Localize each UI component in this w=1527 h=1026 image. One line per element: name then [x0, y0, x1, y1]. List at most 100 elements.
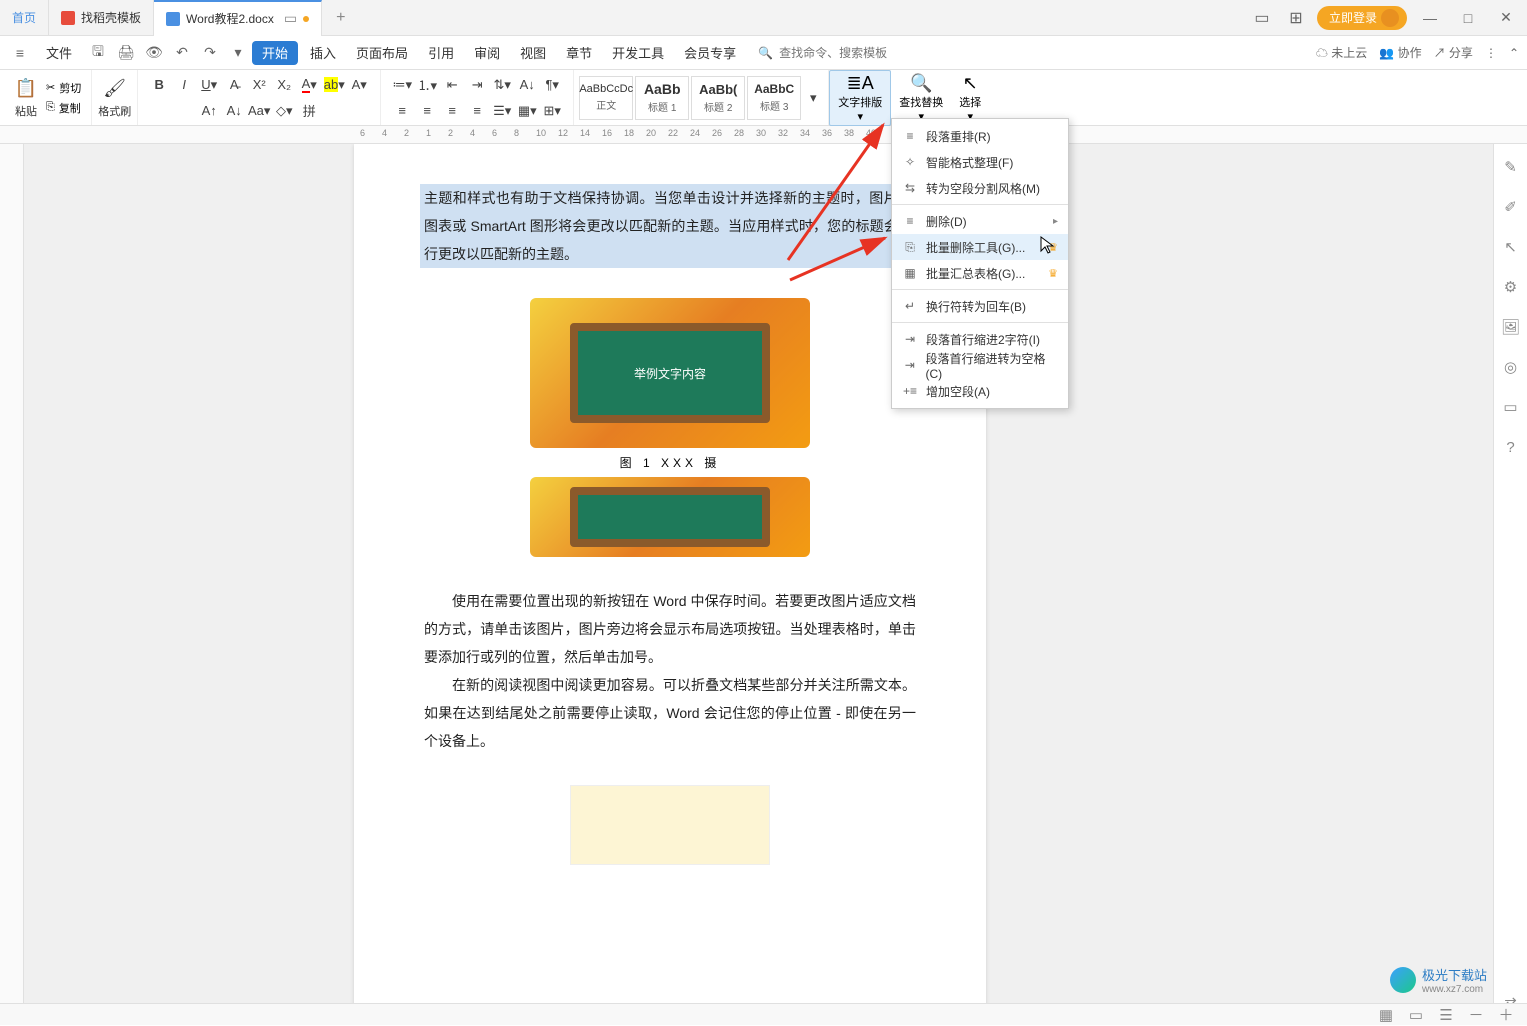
dd-rearrange[interactable]: ≡段落重排(R): [892, 123, 1068, 149]
maximize-button[interactable]: □: [1453, 4, 1483, 32]
show-marks-button[interactable]: ¶▾: [541, 74, 563, 96]
tab-home[interactable]: 首页: [0, 0, 49, 36]
dd-empty-split[interactable]: ⇆转为空段分割风格(M): [892, 175, 1068, 201]
menu-member[interactable]: 会员专享: [674, 36, 746, 70]
side-highlight-icon[interactable]: ✐: [1500, 196, 1522, 218]
tab-templates[interactable]: 找稻壳模板: [49, 0, 154, 36]
minimize-button[interactable]: —: [1415, 4, 1445, 32]
numbering-button[interactable]: ⒈▾: [416, 74, 438, 96]
vertical-ruler[interactable]: [0, 144, 24, 1005]
side-location-icon[interactable]: ◎: [1500, 356, 1522, 378]
zoom-in-icon[interactable]: ＋: [1495, 1004, 1517, 1026]
menu-review[interactable]: 审阅: [464, 36, 510, 70]
tab-add-button[interactable]: +: [322, 9, 359, 27]
style-heading2[interactable]: AaBb( 标题 2: [691, 76, 745, 120]
cloud-status[interactable]: ☁ 未上云: [1316, 44, 1367, 61]
style-heading1[interactable]: AaBb 标题 1: [635, 76, 689, 120]
print-icon[interactable]: 🖨: [114, 41, 138, 65]
horizontal-ruler[interactable]: 6421246810121416182022242628303234363840: [0, 126, 1527, 144]
more-icon[interactable]: ⋮: [1485, 46, 1497, 60]
highlight-button[interactable]: ab▾: [323, 74, 345, 96]
style-normal[interactable]: AaBbCcDc 正文: [579, 76, 633, 120]
borders-button[interactable]: ⊞▾: [541, 100, 563, 122]
view-outline-icon[interactable]: ☰: [1435, 1004, 1457, 1026]
format-painter-button[interactable]: 🖌 格式刷: [98, 77, 131, 119]
text-layout-button[interactable]: ≣A 文字排版▾: [829, 70, 891, 126]
close-button[interactable]: ✕: [1491, 4, 1521, 32]
shrink-font-button[interactable]: A↓: [223, 100, 245, 122]
character-shading-button[interactable]: A▾: [348, 74, 370, 96]
paste-button[interactable]: 📋 粘贴: [14, 77, 38, 119]
save-icon[interactable]: 🖫: [86, 41, 110, 65]
side-settings-icon[interactable]: ⚙: [1500, 276, 1522, 298]
align-justify-button[interactable]: ≡: [466, 100, 488, 122]
dd-batch-table[interactable]: ▦批量汇总表格(G)...♛: [892, 260, 1068, 286]
indent-button[interactable]: ⇥: [466, 74, 488, 96]
strikethrough-button[interactable]: A̵: [223, 74, 245, 96]
side-help-icon[interactable]: ?: [1500, 436, 1522, 458]
paragraph-3[interactable]: 在新的阅读视图中阅读更加容易。可以折叠文档某些部分并关注所需文本。如果在达到结尾…: [424, 671, 916, 755]
redo-icon[interactable]: ↷: [198, 41, 222, 65]
paragraph-2[interactable]: 使用在需要位置出现的新按钮在 Word 中保存时间。若要更改图片适应文档的方式，…: [424, 587, 916, 671]
document-canvas[interactable]: 主题和样式也有助于文档保持协调。当您单击设计并选择新的主题时，图片、图表或 Sm…: [24, 144, 1527, 1005]
shading-button[interactable]: ▦▾: [516, 100, 538, 122]
menu-insert[interactable]: 插入: [300, 36, 346, 70]
share-button[interactable]: ↗ 分享: [1434, 44, 1473, 61]
style-heading3[interactable]: AaBbC 标题 3: [747, 76, 801, 120]
side-image-icon[interactable]: 🖼: [1500, 316, 1522, 338]
find-replace-button[interactable]: 🔍 查找替换▾: [891, 71, 951, 125]
menu-section[interactable]: 章节: [556, 36, 602, 70]
menu-references[interactable]: 引用: [418, 36, 464, 70]
tab-active-doc[interactable]: Word教程2.docx ▭: [154, 0, 322, 36]
clear-format-button[interactable]: ◇▾: [273, 100, 295, 122]
side-cursor-icon[interactable]: ↖: [1500, 236, 1522, 258]
dd-indent-2char[interactable]: ⇥段落首行缩进2字符(I): [892, 326, 1068, 352]
select-button[interactable]: ↖ 选择▾: [951, 71, 989, 125]
italic-button[interactable]: I: [173, 74, 195, 96]
dd-linebreak-convert[interactable]: ↵换行符转为回车(B): [892, 293, 1068, 319]
grow-font-button[interactable]: A↑: [198, 100, 220, 122]
grid-icon[interactable]: ⊞: [1283, 5, 1309, 31]
line-spacing-button[interactable]: ⇅▾: [491, 74, 513, 96]
subscript-button[interactable]: X₂: [273, 74, 295, 96]
bullets-button[interactable]: ≔▾: [391, 74, 413, 96]
undo-icon[interactable]: ↶: [170, 41, 194, 65]
dropdown-icon[interactable]: ▾: [226, 41, 250, 65]
preview-icon[interactable]: 👁: [142, 41, 166, 65]
collapse-ribbon-icon[interactable]: ⌃: [1509, 46, 1519, 60]
copy-button[interactable]: ⎘复制: [42, 99, 85, 117]
change-case-button[interactable]: Aa▾: [248, 100, 270, 122]
superscript-button[interactable]: X²: [248, 74, 270, 96]
search-input[interactable]: [779, 46, 899, 60]
tab-menu-icon[interactable]: ▭: [284, 10, 297, 27]
font-color-button[interactable]: A▾: [298, 74, 320, 96]
figure-1[interactable]: 举例文字内容 图 1 XXX 摄: [424, 298, 916, 557]
login-button[interactable]: 立即登录: [1317, 6, 1407, 30]
zoom-out-icon[interactable]: －: [1465, 1004, 1487, 1026]
align-left-button[interactable]: ≡: [391, 100, 413, 122]
sort-button[interactable]: A↓: [516, 74, 538, 96]
phonetic-button[interactable]: 拼: [298, 100, 320, 122]
menu-devtools[interactable]: 开发工具: [602, 36, 674, 70]
command-search[interactable]: 🔍: [758, 46, 899, 60]
collab-button[interactable]: 👥 协作: [1379, 44, 1421, 61]
dd-smart-format[interactable]: ✧智能格式整理(F): [892, 149, 1068, 175]
align-right-button[interactable]: ≡: [441, 100, 463, 122]
layout-icon[interactable]: ▭: [1249, 5, 1275, 31]
distribute-button[interactable]: ☰▾: [491, 100, 513, 122]
outdent-button[interactable]: ⇤: [441, 74, 463, 96]
bold-button[interactable]: B: [148, 74, 170, 96]
side-page-icon[interactable]: ▭: [1500, 396, 1522, 418]
align-center-button[interactable]: ≡: [416, 100, 438, 122]
view-print-icon[interactable]: ▦: [1375, 1004, 1397, 1026]
menu-start[interactable]: 开始: [252, 41, 298, 65]
cut-button[interactable]: ✂剪切: [42, 79, 85, 97]
underline-button[interactable]: U▾: [198, 74, 220, 96]
dd-indent-to-space[interactable]: ⇥段落首行缩进转为空格(C): [892, 352, 1068, 378]
dd-add-empty[interactable]: +≡增加空段(A): [892, 378, 1068, 404]
menu-view[interactable]: 视图: [510, 36, 556, 70]
diagram-image[interactable]: [570, 785, 770, 865]
menu-layout[interactable]: 页面布局: [346, 36, 418, 70]
menu-hamburger-icon[interactable]: ≡: [8, 41, 32, 65]
side-design-icon[interactable]: ✎: [1500, 156, 1522, 178]
